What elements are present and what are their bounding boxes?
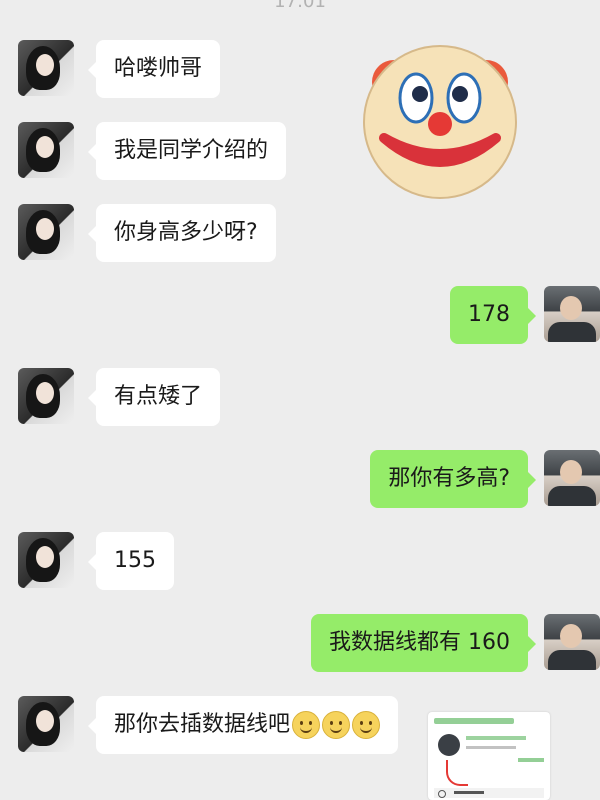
avatar-self[interactable] <box>544 286 600 342</box>
avatar-contact[interactable] <box>18 122 74 178</box>
red-arrow-icon <box>446 760 468 786</box>
message-bubble-incoming[interactable]: 那你去插数据线吧 <box>87 696 399 754</box>
avatar-icon <box>438 734 460 756</box>
message-bubble-outgoing[interactable]: 我数据线都有 160 <box>311 614 536 672</box>
avatar-contact[interactable] <box>18 532 74 588</box>
message-bubble-incoming[interactable]: 哈喽帅哥 <box>87 40 221 98</box>
avatar-contact[interactable] <box>18 368 74 424</box>
message-text: 那你去插数据线吧 <box>114 712 291 737</box>
message-bubble-incoming[interactable]: 有点矮了 <box>87 368 221 426</box>
avatar-self[interactable] <box>544 614 600 670</box>
message-bubble-incoming[interactable]: 我是同学介绍的 <box>87 122 287 180</box>
embedded-screenshot-card[interactable] <box>428 712 550 800</box>
message-bubble-incoming[interactable]: 155 <box>88 532 174 590</box>
avatar-contact[interactable] <box>18 204 74 260</box>
status-time: 17:01 <box>274 0 326 12</box>
avatar-self[interactable] <box>544 450 600 506</box>
radio-icon <box>438 790 446 798</box>
clown-icon <box>363 45 517 199</box>
message-bubble-outgoing[interactable]: 178 <box>450 286 536 344</box>
message-bubble-incoming[interactable]: 你身高多少呀? <box>88 204 276 262</box>
smile-emoji-icon <box>292 711 321 739</box>
smile-emoji-icon <box>352 711 381 739</box>
avatar-contact[interactable] <box>18 40 74 96</box>
clown-sticker[interactable] <box>356 36 524 204</box>
message-bubble-outgoing[interactable]: 那你有多高? <box>370 450 536 508</box>
smile-emoji-icon <box>322 711 351 739</box>
avatar-contact[interactable] <box>18 696 74 752</box>
